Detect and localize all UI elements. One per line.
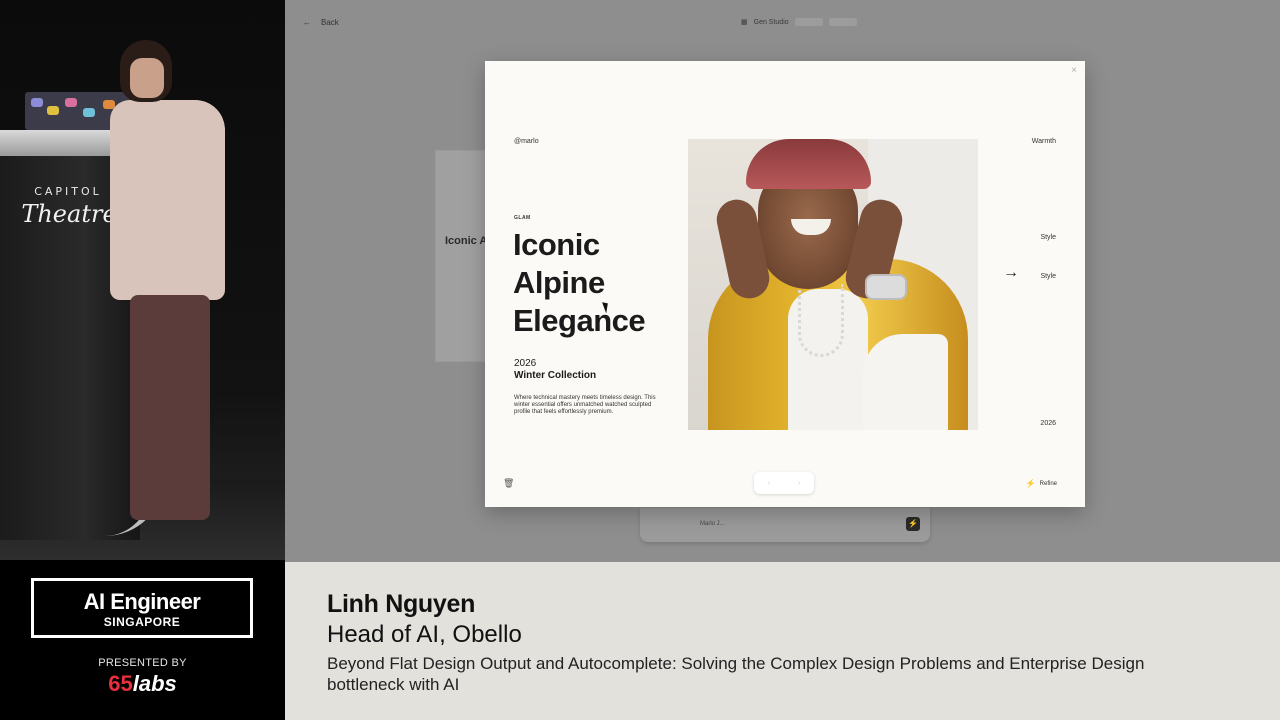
event-location: SINGAPORE — [103, 615, 181, 629]
tab-placeholder[interactable] — [794, 18, 823, 26]
speaker — [110, 40, 230, 520]
back-button[interactable]: ← Back — [303, 18, 339, 27]
pager-prev-button[interactable]: ‹ — [768, 480, 770, 487]
tab-gen-studio-label: Gen Studio — [753, 18, 789, 26]
label-year[interactable]: 2026 — [1040, 420, 1056, 427]
event-name: AI Engineer — [83, 589, 201, 614]
refine-label: Refine — [1039, 480, 1057, 487]
sponsor-logo-number: 65 — [108, 671, 133, 696]
label-warmth[interactable]: Warmth — [1032, 138, 1056, 145]
speaker-caption: Linh Nguyen Head of AI, Obello Beyond Fl… — [285, 562, 1280, 720]
grid-icon: ▦ — [741, 19, 748, 26]
sponsor-logo-word: labs — [132, 671, 177, 696]
collection-year: 2026 — [514, 358, 537, 369]
trash-icon[interactable]: 🗑 — [503, 478, 514, 489]
bolt-icon: ⚡ — [1025, 479, 1036, 488]
photo-watch — [865, 274, 907, 300]
label-style-selected[interactable]: Style — [1040, 273, 1056, 280]
speaker-face — [130, 58, 164, 98]
pager-next-button[interactable]: › — [798, 480, 800, 487]
design-title: Iconic Alpine Elegance — [513, 227, 646, 338]
hero-photo — [688, 139, 978, 430]
talk-title: Beyond Flat Design Output and Autocomple… — [327, 654, 1145, 694]
design-preview-modal: × @marlo GLAM Iconic Alpine Elegance 202… — [485, 61, 1085, 507]
background-design-card[interactable] — [435, 150, 487, 362]
author-handle: @marlo — [514, 138, 539, 145]
arrow-right-icon[interactable]: → — [1003, 264, 1019, 282]
background-toolbar: Marlo J... ⚡ — [640, 508, 930, 542]
presented-by-label: PRESENTED BY — [98, 657, 187, 669]
collection-name: Winter Collection — [514, 370, 597, 381]
speaker-role: Head of AI, Obello — [327, 621, 522, 648]
sponsor-logo: 65labs — [0, 671, 285, 697]
speaker-shirt — [110, 100, 225, 300]
shared-screen: ← Back ▦ Gen Studio Iconic Alpine Elegan… — [285, 0, 1280, 562]
label-style[interactable]: Style — [1040, 234, 1056, 241]
speaker-pants — [130, 295, 210, 520]
photo-cap — [746, 139, 871, 189]
refine-button[interactable]: ⚡ Refine — [1026, 479, 1057, 488]
bolt-icon[interactable]: ⚡ — [906, 517, 920, 531]
arrow-left-icon: ← — [303, 18, 311, 27]
app-header: ← Back ▦ Gen Studio — [285, 6, 1280, 40]
tab-gen-studio[interactable]: ▦ Gen Studio — [741, 18, 857, 26]
toolbar-user[interactable]: Marlo J... — [700, 521, 725, 527]
speaker-name: Linh Nguyen — [327, 590, 476, 618]
back-label: Back — [321, 18, 339, 27]
close-icon[interactable]: × — [1071, 65, 1077, 76]
category-tag: GLAM — [514, 215, 531, 221]
event-branding: AI Engineer SINGAPORE PRESENTED BY 65lab… — [0, 560, 285, 720]
background-card-title: Iconic Alpine Elegance — [445, 235, 485, 247]
pager-control[interactable]: ‹ › — [754, 472, 814, 494]
design-description: Where technical mastery meets timeless d… — [514, 395, 656, 415]
tab-placeholder[interactable] — [828, 18, 857, 26]
event-logo: AI Engineer SINGAPORE — [31, 578, 253, 638]
speaker-camera-feed: CAPITOL Theatre — [0, 0, 285, 560]
photo-chain — [798, 284, 844, 357]
photo-sleeve — [863, 334, 948, 430]
